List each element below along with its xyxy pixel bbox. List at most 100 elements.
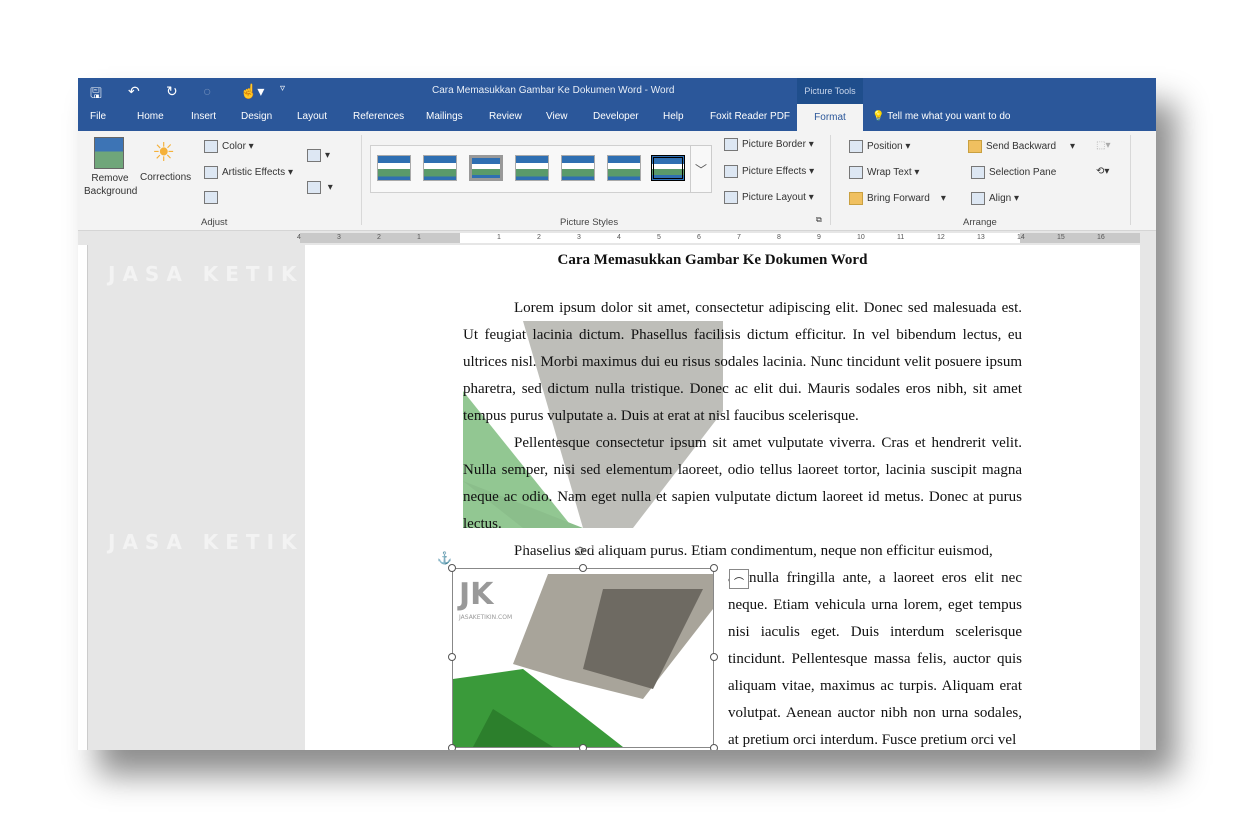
send-backward-button[interactable]: Send Backward ▾	[968, 140, 1075, 153]
ruler-number: 11	[897, 234, 905, 241]
group-button[interactable]: ⬚▾	[1096, 140, 1110, 151]
ruler-number: 3	[337, 234, 341, 241]
style-thumbnail[interactable]	[423, 155, 457, 181]
resize-handle[interactable]	[579, 744, 587, 750]
paragraph: Phasellus sed aliquam purus. Etiam condi…	[463, 538, 1022, 565]
ruler-number: 8	[777, 234, 781, 241]
tab-layout[interactable]: Layout	[297, 111, 327, 122]
undo-icon[interactable]: ↶	[128, 83, 140, 100]
adjust-group-label: Adjust	[201, 217, 228, 228]
styles-more-button[interactable]: ﹀	[690, 145, 712, 193]
style-thumbnail[interactable]	[651, 155, 685, 181]
bring-forward-label: Bring Forward	[867, 193, 930, 205]
ruler-number: 9	[817, 234, 821, 241]
ruler-number: 4	[617, 234, 621, 241]
ruler-number: 4	[297, 234, 301, 241]
tell-me-text: Tell me what you want to do	[887, 111, 1011, 122]
word-window: 🖫 ↶ ↻ ○ ☝▾ ▿ Cara Memasukkan Gambar Ke D…	[78, 78, 1156, 750]
picture-styles-gallery	[370, 145, 712, 193]
resize-handle[interactable]	[448, 653, 456, 661]
divider	[830, 135, 831, 225]
ruler-number: 2	[377, 234, 381, 241]
resize-handle[interactable]	[710, 653, 718, 661]
vertical-ruler[interactable]	[78, 245, 88, 750]
rotate-handle-icon[interactable]: ⟳	[575, 539, 587, 566]
tab-home[interactable]: Home	[137, 111, 164, 122]
customize-icon[interactable]: ▿	[280, 83, 285, 94]
tab-references[interactable]: References	[353, 111, 404, 122]
tab-help[interactable]: Help	[663, 111, 684, 122]
selection-pane-icon	[971, 166, 985, 179]
selected-image[interactable]: JK JASAKETIKIN.COM ⟳ ⚓ ⌒	[437, 545, 749, 750]
paragraph: Pellentesque consectetur ipsum sit amet …	[463, 435, 1022, 532]
reset-picture-button[interactable]: ▾	[307, 181, 333, 194]
resize-handle[interactable]	[710, 564, 718, 572]
ruler-number: 7	[737, 234, 741, 241]
dialog-launcher-icon[interactable]: ⧉	[816, 215, 822, 225]
bring-forward-button[interactable]: Bring Forward ▾	[849, 192, 946, 205]
resize-handle[interactable]	[710, 744, 718, 750]
selection-pane-label: Selection Pane	[989, 167, 1057, 179]
touch-mode-icon[interactable]: ☝▾	[240, 83, 264, 100]
layout-options-icon[interactable]: ⌒	[729, 569, 749, 589]
wrap-text-button[interactable]: Wrap Text ▾	[849, 166, 919, 179]
remove-background-icon[interactable]	[94, 137, 124, 169]
image-content: JK JASAKETIKIN.COM	[453, 569, 713, 747]
horizontal-ruler[interactable]: 4 3 2 1 1 2 3 4 5 6 7 8 9 10 11 12 13 14 15 16	[78, 231, 1156, 245]
arrange-group-label: Arrange	[963, 217, 997, 228]
align-button[interactable]: Align ▾	[971, 192, 1019, 205]
tab-view[interactable]: View	[546, 111, 568, 122]
selection-pane-button[interactable]: Selection Pane	[971, 166, 1056, 179]
corrections-button[interactable]: Corrections	[140, 172, 191, 183]
tell-me-search[interactable]: 💡 Tell me what you want to do	[872, 111, 1010, 122]
ruler-number: 16	[1097, 234, 1105, 241]
picture-border-icon	[724, 138, 738, 151]
send-backward-icon	[968, 140, 982, 153]
picture-effects-label: Picture Effects	[742, 166, 807, 178]
change-picture-button[interactable]: ▾	[307, 149, 330, 162]
svg-text:JK: JK	[457, 577, 495, 612]
style-thumbnail[interactable]	[377, 155, 411, 181]
paragraph: Lorem ipsum dolor sit amet, consectetur …	[463, 300, 1022, 424]
picture-effects-icon	[724, 165, 738, 178]
picture-effects-button[interactable]: Picture Effects ▾	[724, 165, 814, 178]
tab-insert[interactable]: Insert	[191, 111, 216, 122]
rotate-button[interactable]: ⟲▾	[1096, 166, 1109, 177]
tab-mailings[interactable]: Mailings	[426, 111, 463, 122]
corrections-icon[interactable]: ☀	[152, 137, 175, 168]
color-button[interactable]: Color ▾	[204, 140, 254, 153]
position-icon	[849, 140, 863, 153]
anchor-icon: ⚓	[437, 551, 452, 565]
compress-pictures-button[interactable]	[204, 191, 222, 204]
ruler-number: 15	[1057, 234, 1065, 241]
ruler-number: 13	[977, 234, 985, 241]
ruler-number: 12	[937, 234, 945, 241]
document-body[interactable]: Cara Memasukkan Gambar Ke Dokumen Word L…	[437, 251, 1022, 750]
artistic-effects-button[interactable]: Artistic Effects ▾	[204, 166, 293, 179]
tab-design[interactable]: Design	[241, 111, 272, 122]
style-thumbnail[interactable]	[469, 155, 503, 181]
position-button[interactable]: Position ▾	[849, 140, 910, 153]
tab-file[interactable]: File	[90, 111, 106, 122]
document-page: Cara Memasukkan Gambar Ke Dokumen Word L…	[305, 245, 1140, 750]
picture-border-button[interactable]: Picture Border ▾	[724, 138, 814, 151]
picture-border-label: Picture Border	[742, 139, 806, 151]
picture-layout-button[interactable]: Picture Layout ▾	[724, 191, 814, 204]
style-thumbnail[interactable]	[607, 155, 641, 181]
ribbon: Remove Background ☀ Corrections Color ▾ …	[78, 131, 1156, 231]
redo-icon[interactable]: ↻	[166, 83, 178, 100]
tab-foxit[interactable]: Foxit Reader PDF	[710, 111, 790, 122]
bring-forward-icon	[849, 192, 863, 205]
artistic-effects-icon	[204, 166, 218, 179]
lightbulb-icon: 💡	[872, 111, 888, 122]
tab-format[interactable]: Format	[797, 104, 863, 131]
resize-handle[interactable]	[448, 744, 456, 750]
style-thumbnail[interactable]	[515, 155, 549, 181]
tab-review[interactable]: Review	[489, 111, 522, 122]
tab-developer[interactable]: Developer	[593, 111, 639, 122]
ruler-number: 6	[697, 234, 701, 241]
ruler-number: 14	[1017, 234, 1025, 241]
style-thumbnail[interactable]	[561, 155, 595, 181]
remove-background-button[interactable]: Remove Background	[84, 172, 137, 198]
svg-text:JASAKETIKIN.COM: JASAKETIKIN.COM	[458, 614, 512, 621]
